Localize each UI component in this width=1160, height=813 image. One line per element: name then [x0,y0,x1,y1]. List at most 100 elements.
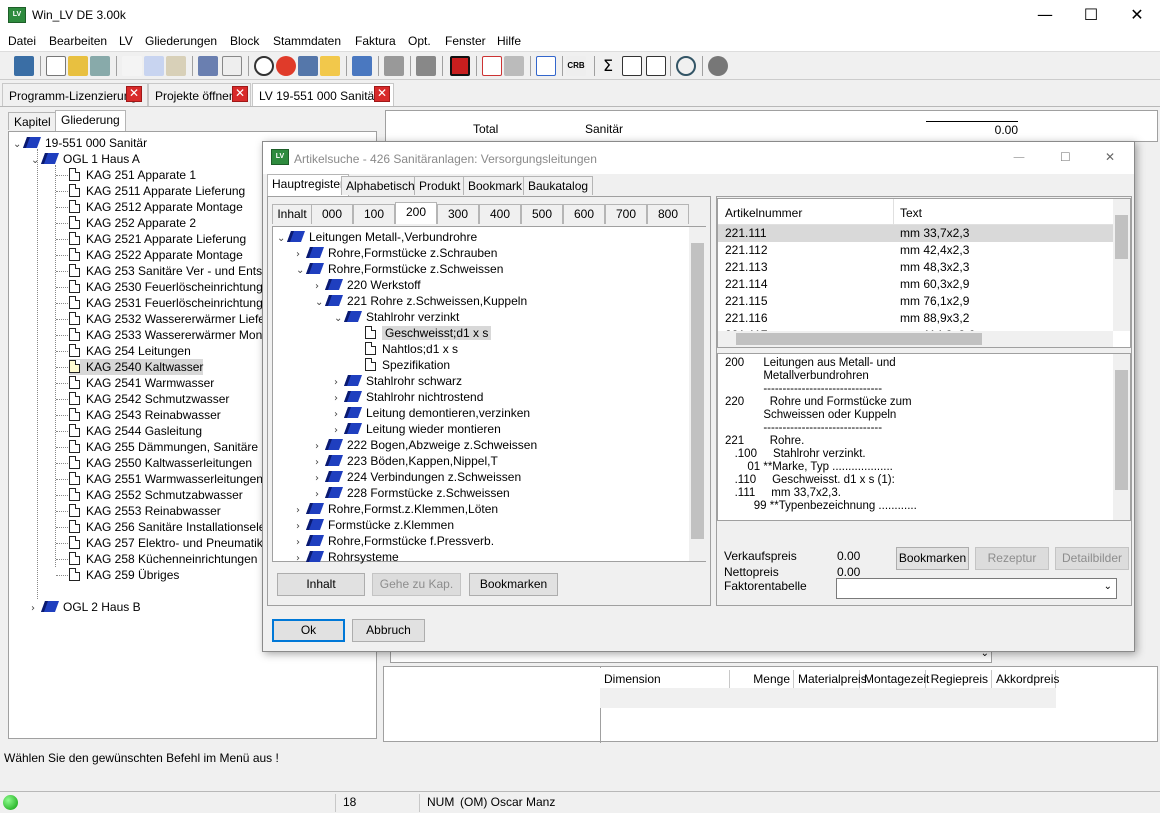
save-icon[interactable] [90,56,110,76]
tab-chapter-800[interactable]: 800 [647,204,689,224]
cut-icon[interactable] [122,56,142,76]
detailbilder-button[interactable]: Detailbilder [1055,547,1129,570]
tab-produkt[interactable]: Produkt [414,176,466,195]
tree-node-kag[interactable]: KAG 2533 Wassererwärmer Montag [69,327,279,343]
tab-chapter-300[interactable]: 300 [437,204,479,224]
dialog-tree-node[interactable]: ⌄ Rohre,Formstücke z.Schweissen [296,261,503,277]
copy-icon[interactable] [144,56,164,76]
tree-node-kag[interactable]: KAG 2543 Reinabwasser [69,407,221,423]
tree-node-kag[interactable]: KAG 2550 Kaltwasserleitungen [69,455,252,471]
menu-gliederungen[interactable]: Gliederungen [145,34,217,48]
crb-icon[interactable]: CRB [566,56,586,76]
structure-icon[interactable] [536,56,556,76]
abbruch-button[interactable]: Abbruch [352,619,425,642]
dialog-tree-node[interactable]: › Leitung demontieren,verzinken [334,405,530,421]
dialog-maximize-button[interactable]: ☐ [1060,150,1071,164]
tab-lv-sanitaer[interactable]: LV 19-551 000 Sanitär [252,83,394,106]
users-icon[interactable] [708,56,728,76]
bookmarken-article-button[interactable]: Bookmarken [896,547,969,570]
ok-button[interactable]: Ok [272,619,345,642]
help-ring-icon[interactable] [276,56,296,76]
tree-node-kag[interactable]: KAG 2532 Wassererwärmer Lieferun [69,311,282,327]
tab-chapter-inhalt[interactable]: Inhalt [272,204,312,224]
menu-fenster[interactable]: Fenster [445,34,486,48]
menu-stammdaten[interactable]: Stammdaten [273,34,341,48]
tree-node-ogl1[interactable]: ⌄ OGL 1 Haus A [31,151,140,167]
tree-node-kag[interactable]: KAG 258 Küchenneinrichtungen [69,551,257,567]
tree-node-kag[interactable]: KAG 2552 Schmutzabwasser [69,487,243,503]
checklist-icon[interactable] [482,56,502,76]
close-tab-icon[interactable]: ✕ [374,86,390,102]
docs-icon[interactable] [504,56,524,76]
grid-scrollbar-h[interactable] [718,331,1113,347]
dialog-tree-node[interactable]: › Leitung wieder montieren [334,421,501,437]
tree-node-kag[interactable]: KAG 2512 Apparate Montage [69,199,243,215]
close-tab-icon[interactable]: ✕ [232,86,248,102]
menu-lv[interactable]: LV [119,34,133,48]
books-icon[interactable] [198,56,218,76]
tab-chapter-400[interactable]: 400 [479,204,521,224]
tree-node-kag[interactable]: KAG 2522 Apparate Montage [69,247,243,263]
report-icon[interactable] [622,56,642,76]
article-row[interactable]: 221.112 mm 42,4x2,3 [718,242,1113,259]
dialog-tree-node[interactable]: ⌄ Leitungen Metall-,Verbundrohre [277,229,477,245]
paste-icon[interactable] [166,56,186,76]
tree-node-kag[interactable]: KAG 256 Sanitäre Installationseleme [69,519,282,535]
print-icon[interactable] [384,56,404,76]
inhalt-button[interactable]: Inhalt [277,573,365,596]
tree-node-kag[interactable]: KAG 2540 Kaltwasser [69,359,204,375]
dialog-tree-node[interactable]: › Rohre,Formstücke z.Schrauben [296,245,497,261]
tree-scrollbar[interactable] [689,227,706,561]
dialog-tree-node[interactable]: › 224 Verbindungen z.Schweissen [315,469,521,485]
open-folder-icon[interactable] [68,56,88,76]
tab-baukatalog[interactable]: Baukatalog [523,176,594,195]
bookmarken-button[interactable]: Bookmarken [469,573,558,596]
dialog-tree-node[interactable]: › Rohrsysteme [296,549,399,565]
dialog-tree-node[interactable]: › Stahlrohr nichtrostend [334,389,483,405]
tree-node-kag[interactable]: KAG 2553 Reinabwasser [69,503,221,519]
article-row[interactable]: 221.115 mm 76,1x2,9 [718,293,1113,310]
tree-node-kag[interactable]: KAG 2521 Apparate Lieferung [69,231,246,247]
tree-node-ogl2[interactable]: › OGL 2 Haus B [31,599,141,615]
exit-icon[interactable] [14,56,34,76]
search-icon[interactable] [676,56,696,76]
article-row[interactable]: 221.116 mm 88,9x3,2 [718,310,1113,327]
rezeptur-button[interactable]: Rezeptur [975,547,1049,570]
tab-chapter-500[interactable]: 500 [521,204,563,224]
tree-node-kag[interactable]: KAG 2531 Feuerlöscheinrichtung Mo [69,295,283,311]
maximize-button[interactable]: ☐ [1068,0,1114,31]
dialog-tree-node[interactable]: Nahtlos;d1 x s [353,341,458,357]
tree-node-kag[interactable]: KAG 252 Apparate 2 [69,215,196,231]
calculator-icon[interactable] [298,56,318,76]
close-tab-icon[interactable]: ✕ [126,86,142,102]
gehe-zu-kap-button[interactable]: Gehe zu Kap. [372,573,461,596]
tree-node-root[interactable]: ⌄ 19-551 000 Sanitär [13,135,147,151]
tab-chapter-600[interactable]: 600 [563,204,605,224]
menu-hilfe[interactable]: Hilfe [497,34,521,48]
sum-icon[interactable]: Σ [598,56,618,76]
network-icon[interactable] [254,56,274,76]
dialog-tree-node[interactable]: › 220 Werkstoff [315,277,421,293]
new-file-icon[interactable] [46,56,66,76]
dialog-tree-node[interactable]: › Rohre,Formstücke f.Pressverb. [296,533,494,549]
article-row[interactable]: 221.111 mm 33,7x2,3 [718,225,1113,242]
tree-node-kag[interactable]: KAG 255 Dämmungen, Sanitäre Inst [69,439,281,455]
tab-hauptregister[interactable]: Hauptregister [267,174,350,196]
dialog-close-button[interactable]: ✕ [1105,150,1115,164]
tab-chapter-700[interactable]: 700 [605,204,647,224]
tab-alphabetisch[interactable]: Alphabetisch [341,176,420,195]
tree-node-kag[interactable]: KAG 253 Sanitäre Ver - und Entsorg [69,263,279,279]
tree-node-kag[interactable]: KAG 254 Leitungen [69,343,191,359]
menu-bearbeiten[interactable]: Bearbeiten [49,34,107,48]
grid-scrollbar-v[interactable] [1113,199,1130,331]
delete-icon[interactable] [450,56,470,76]
close-button[interactable]: ✕ [1114,0,1160,31]
dialog-tree-node[interactable]: › 222 Bogen,Abzweige z.Schweissen [315,437,537,453]
de-icon[interactable] [222,56,242,76]
desc-scrollbar[interactable] [1113,354,1130,520]
tree-node-kag[interactable]: KAG 251 Apparate 1 [69,167,196,183]
menu-faktura[interactable]: Faktura [355,34,396,48]
table-icon[interactable] [352,56,372,76]
tab-bookmark[interactable]: Bookmark [463,176,528,195]
minimize-button[interactable]: — [1022,0,1068,31]
